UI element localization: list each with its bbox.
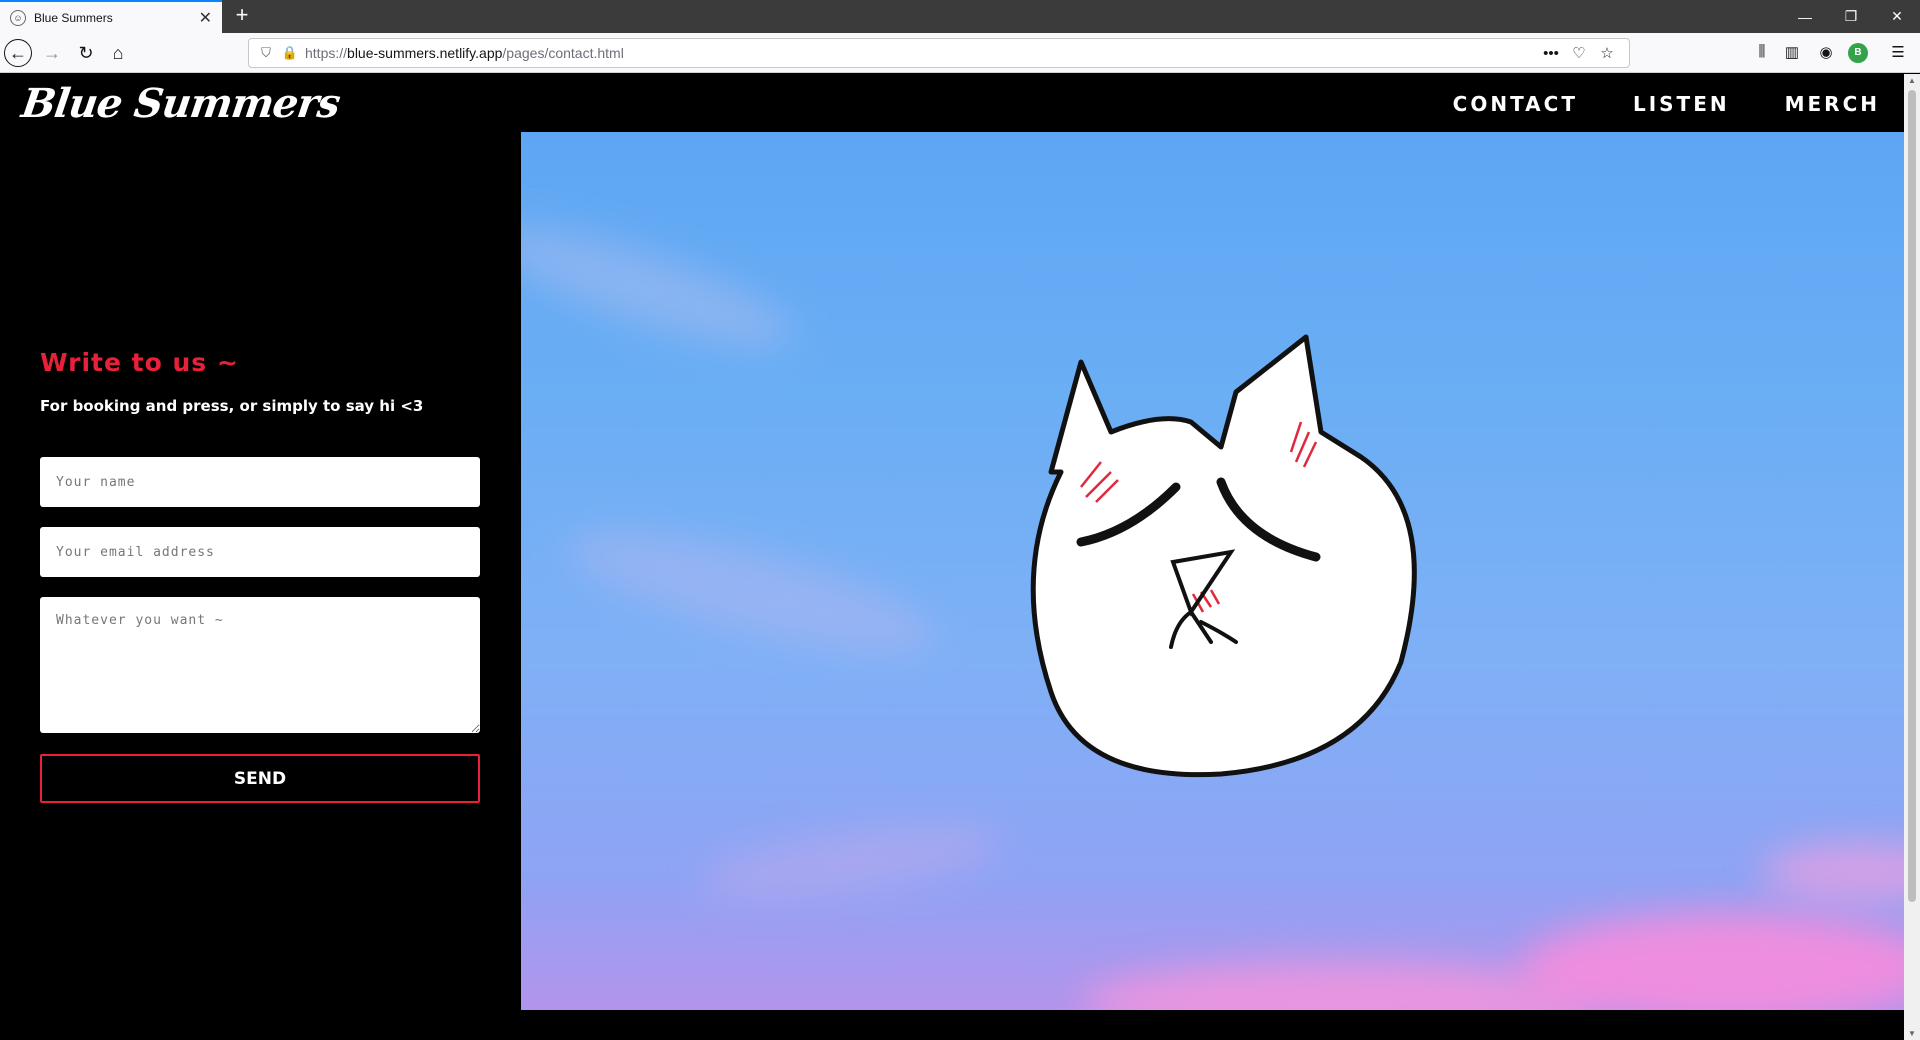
new-tab-button[interactable]: +	[230, 4, 254, 28]
contact-form: Write to us ~ For booking and press, or …	[40, 348, 480, 803]
bookmark-star-icon[interactable]: ☆	[1593, 44, 1621, 62]
library-icon[interactable]: ⫼	[1752, 43, 1772, 63]
forward-arrow-icon[interactable]: →	[38, 39, 66, 67]
nav-merch-link[interactable]: MERCH	[1785, 92, 1880, 116]
extension-icon[interactable]: B	[1848, 43, 1868, 63]
home-icon[interactable]: ⌂	[104, 39, 132, 67]
scrollbar-thumb[interactable]	[1908, 90, 1916, 902]
pocket-icon[interactable]: ♡	[1565, 44, 1593, 62]
browser-tab[interactable]: ☺ Blue Summers ✕	[0, 0, 222, 33]
scroll-down-icon[interactable]: ▼	[1904, 1029, 1920, 1038]
name-input[interactable]	[40, 457, 480, 507]
close-tab-icon[interactable]: ✕	[199, 8, 212, 28]
contact-heading: Write to us ~	[40, 348, 239, 377]
menu-icon[interactable]: ☰	[1888, 43, 1908, 63]
main-nav: CONTACT LISTEN MERCH	[1453, 92, 1880, 116]
minimize-icon[interactable]: —	[1782, 0, 1828, 33]
close-window-icon[interactable]: ✕	[1874, 0, 1920, 33]
sidebar-icon[interactable]: ▥	[1782, 43, 1802, 63]
url-bar[interactable]: ⛉ 🔒 https:// blue-summers.netlify.app /p…	[248, 38, 1630, 68]
url-scheme: https://	[305, 45, 348, 61]
hero-image-sky-cat	[521, 132, 1904, 1010]
account-icon[interactable]: ◉	[1816, 43, 1836, 63]
shield-icon[interactable]: ⛉	[257, 45, 275, 61]
scroll-up-icon[interactable]: ▲	[1904, 76, 1920, 85]
message-textarea[interactable]	[40, 597, 480, 733]
page-actions-icon[interactable]: •••	[1537, 45, 1565, 62]
vertical-scrollbar[interactable]: ▲ ▼	[1904, 74, 1920, 1040]
lock-icon[interactable]: 🔒	[281, 45, 299, 61]
nav-contact-link[interactable]: CONTACT	[1453, 92, 1578, 116]
url-host: blue-summers.netlify.app	[347, 45, 503, 61]
send-button[interactable]: SEND	[40, 754, 480, 803]
back-arrow-icon[interactable]: ←	[4, 39, 32, 67]
site-logo[interactable]: Blue Summers	[19, 80, 343, 127]
tab-title: Blue Summers	[34, 10, 113, 25]
browser-tab-strip: ☺ Blue Summers ✕ + — ❐ ✕	[0, 0, 1920, 33]
email-input[interactable]	[40, 527, 480, 577]
browser-toolbar: ← → ↻ ⌂ ⛉ 🔒 https:// blue-summers.netlif…	[0, 33, 1920, 73]
nav-listen-link[interactable]: LISTEN	[1633, 92, 1730, 116]
cat-face-drawing	[1030, 334, 1417, 778]
reload-icon[interactable]: ↻	[72, 39, 100, 67]
cat-favicon-icon: ☺	[10, 9, 26, 26]
url-path: /pages/contact.html	[502, 45, 624, 61]
restore-icon[interactable]: ❐	[1828, 0, 1874, 33]
page-content: Blue Summers CONTACT LISTEN MERCH Write …	[0, 74, 1904, 1040]
contact-subheading: For booking and press, or simply to say …	[40, 397, 424, 415]
